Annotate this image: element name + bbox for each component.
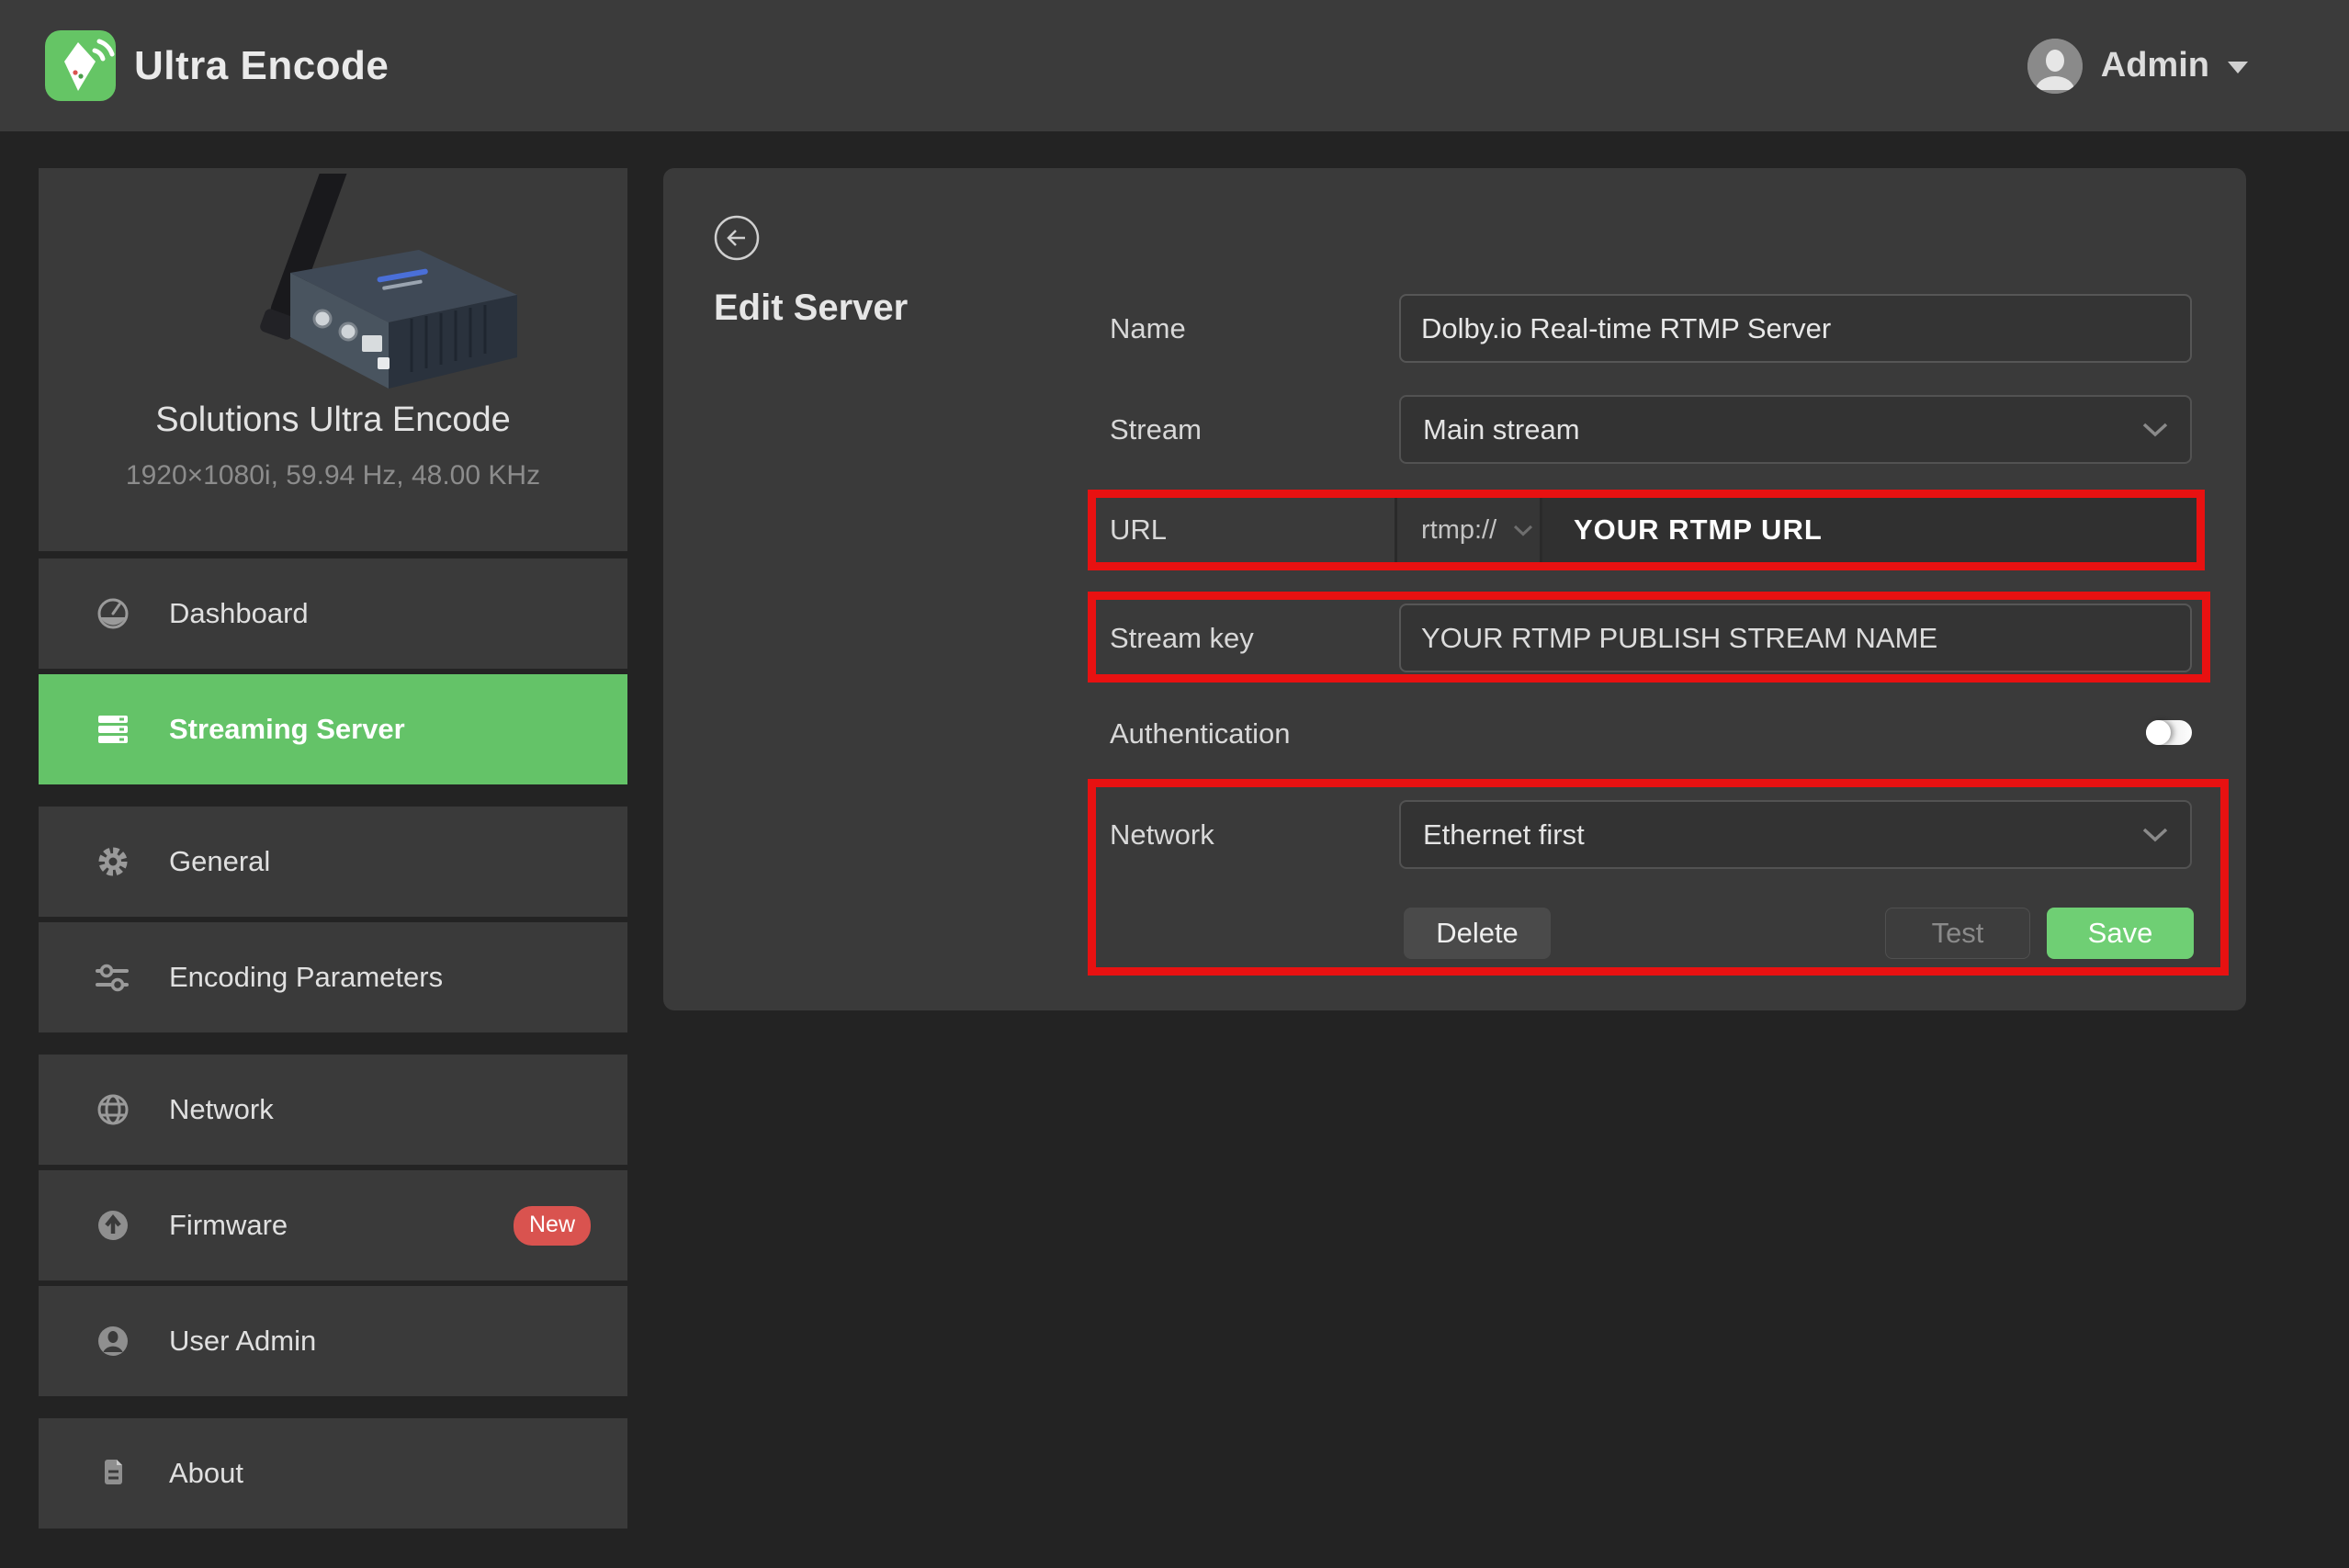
stream-select[interactable]: Main stream bbox=[1399, 395, 2192, 464]
sidebar: Solutions Ultra Encode 1920×1080i, 59.94… bbox=[39, 168, 627, 1534]
chevron-down-icon bbox=[2142, 423, 2168, 437]
user-avatar bbox=[2027, 39, 2083, 94]
toggle-knob bbox=[2146, 720, 2171, 745]
document-icon bbox=[92, 1452, 134, 1495]
url-row: URL rtmp:// YOUR RTMP URL bbox=[1096, 498, 2198, 562]
sidebar-item-encoding-parameters[interactable]: Encoding Parameters bbox=[39, 922, 627, 1032]
chevron-down-icon bbox=[1513, 525, 1533, 536]
sidebar-item-general[interactable]: General bbox=[39, 807, 627, 917]
device-name: Solutions Ultra Encode bbox=[39, 400, 627, 440]
network-label: Network bbox=[1110, 800, 1214, 869]
sidebar-item-label: General bbox=[169, 845, 270, 878]
sidebar-nav: Dashboard Streaming Server bbox=[39, 558, 627, 1529]
name-label: Name bbox=[1110, 294, 1186, 363]
ultra-encode-app: Ultra Encode Admin bbox=[0, 0, 2349, 1568]
url-value: YOUR RTMP URL bbox=[1574, 513, 1823, 547]
sidebar-item-label: Streaming Server bbox=[169, 713, 405, 746]
authentication-label: Authentication bbox=[1110, 710, 1290, 758]
sidebar-item-user-admin[interactable]: User Admin bbox=[39, 1286, 627, 1396]
stream-select-value: Main stream bbox=[1423, 413, 1580, 446]
server-icon bbox=[92, 708, 134, 750]
chevron-down-icon bbox=[2228, 62, 2248, 73]
save-button[interactable]: Save bbox=[2047, 908, 2194, 959]
sidebar-item-network[interactable]: Network bbox=[39, 1055, 627, 1165]
header-bar: Ultra Encode Admin bbox=[0, 0, 2349, 131]
chevron-down-icon bbox=[2142, 828, 2168, 842]
sidebar-item-label: Dashboard bbox=[169, 597, 309, 630]
sidebar-item-about[interactable]: About bbox=[39, 1418, 627, 1529]
sidebar-item-label: User Admin bbox=[169, 1325, 316, 1358]
sidebar-item-streaming-server[interactable]: Streaming Server bbox=[39, 674, 627, 784]
page-title: Edit Server bbox=[714, 288, 908, 329]
authentication-toggle[interactable] bbox=[2146, 720, 2192, 745]
sidebar-item-label: About bbox=[169, 1457, 243, 1490]
network-select[interactable]: Ethernet first bbox=[1399, 800, 2192, 869]
stream-key-input[interactable] bbox=[1399, 604, 2192, 672]
app-logo-icon bbox=[45, 30, 116, 101]
sidebar-item-label: Network bbox=[169, 1093, 274, 1126]
sidebar-item-dashboard[interactable]: Dashboard bbox=[39, 558, 627, 669]
user-circle-icon bbox=[92, 1320, 134, 1362]
stream-label: Stream bbox=[1110, 395, 1202, 464]
user-name: Admin bbox=[2101, 46, 2209, 85]
edit-server-panel: Edit Server Name Stream Main stream URL … bbox=[663, 168, 2246, 1010]
gauge-icon bbox=[92, 592, 134, 635]
sidebar-item-label: Firmware bbox=[169, 1209, 288, 1242]
url-protocol-value: rtmp:// bbox=[1421, 515, 1496, 546]
test-button[interactable]: Test bbox=[1885, 908, 2030, 959]
user-menu[interactable]: Admin bbox=[2027, 0, 2349, 131]
back-button[interactable] bbox=[713, 214, 761, 262]
device-signal-format: 1920×1080i, 59.94 Hz, 48.00 KHz bbox=[39, 460, 627, 491]
url-input[interactable]: YOUR RTMP URL bbox=[1542, 498, 2198, 562]
firmware-new-badge: New bbox=[514, 1206, 591, 1246]
globe-icon bbox=[92, 1089, 134, 1131]
delete-button[interactable]: Delete bbox=[1404, 908, 1551, 959]
name-input[interactable] bbox=[1399, 294, 2192, 363]
sidebar-item-label: Encoding Parameters bbox=[169, 961, 443, 994]
upload-circle-icon bbox=[92, 1204, 134, 1247]
app-title: Ultra Encode bbox=[134, 0, 389, 131]
url-protocol-select[interactable]: rtmp:// bbox=[1395, 498, 1542, 562]
url-label: URL bbox=[1096, 498, 1395, 562]
device-card: Solutions Ultra Encode 1920×1080i, 59.94… bbox=[39, 168, 627, 551]
gear-icon bbox=[92, 840, 134, 883]
network-select-value: Ethernet first bbox=[1423, 818, 1585, 852]
device-image bbox=[136, 174, 531, 408]
stream-key-label: Stream key bbox=[1110, 604, 1254, 672]
sidebar-item-firmware[interactable]: Firmware New bbox=[39, 1170, 627, 1280]
sliders-icon bbox=[92, 956, 134, 998]
